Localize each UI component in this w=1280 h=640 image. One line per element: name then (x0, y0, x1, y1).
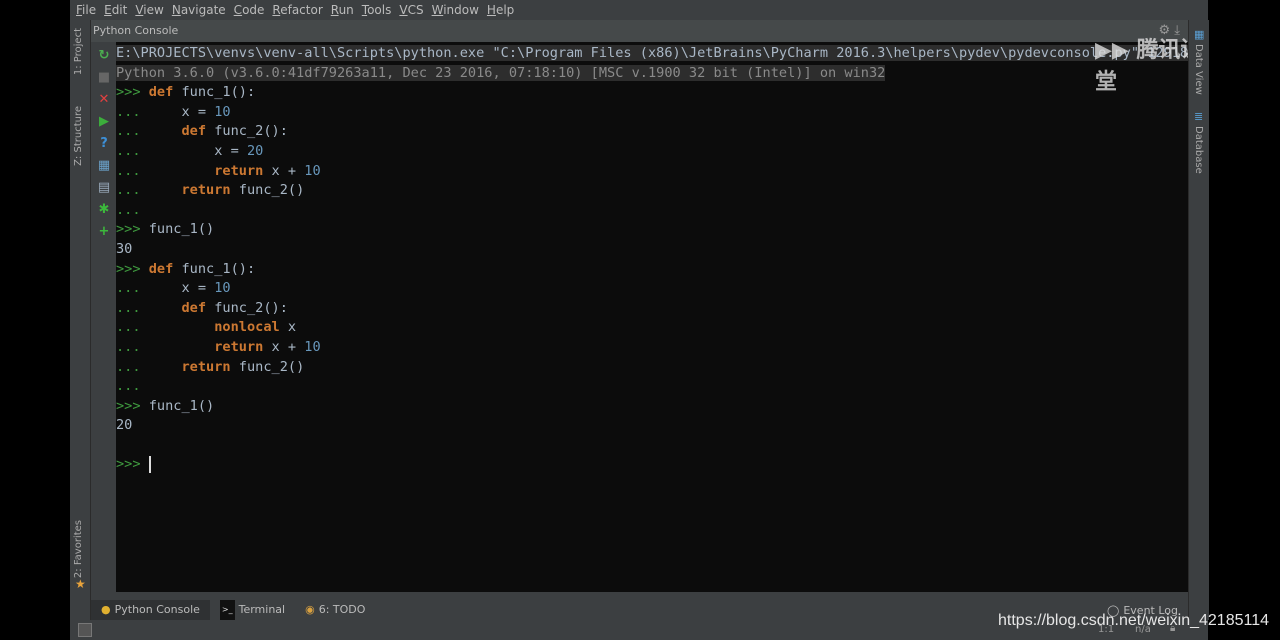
tool-window-header: Python Console ⚙ ⤓ (91, 20, 1188, 42)
menu-tools[interactable]: Tools (362, 3, 392, 17)
tab-favorites[interactable]: 2: Favorites (73, 520, 84, 578)
tab-project[interactable]: 1: Project (73, 28, 84, 75)
help-icon[interactable]: ? (96, 136, 112, 152)
tab-label: Python Console (114, 603, 200, 616)
tab-database[interactable]: Database (1193, 126, 1204, 174)
stop-icon[interactable]: ■ (96, 70, 112, 86)
continuation: ... (116, 103, 141, 120)
tab-label: Terminal (238, 603, 286, 616)
run-icon[interactable]: ▶ (96, 114, 112, 130)
menu-code[interactable]: Code (234, 3, 265, 17)
menu-navigate[interactable]: Navigate (172, 3, 226, 17)
prompt: >>> (116, 260, 141, 277)
menu-vcs[interactable]: VCS (399, 3, 423, 17)
continuation: ... (116, 319, 141, 336)
output-line: 30 (116, 240, 133, 257)
menu-view[interactable]: View (135, 3, 163, 17)
tab-structure[interactable]: Z: Structure (73, 106, 84, 166)
todo-icon: ◉ (305, 603, 315, 616)
continuation: ... (116, 280, 141, 297)
tab-data-view[interactable]: Data View (1193, 44, 1204, 95)
continuation: ... (116, 123, 141, 140)
terminal-icon: >_ (219, 600, 235, 620)
tab-todo[interactable]: ◉ 6: TODO (295, 600, 375, 620)
right-tool-strip: ▦ Data View ≣ Database (1188, 20, 1209, 620)
console-toolbar: ↻ ■ ✕ ▶ ? ▦ ▤ ✱ + (91, 42, 116, 592)
tab-terminal[interactable]: >_ Terminal (210, 600, 295, 620)
watermark-url: https://blog.csdn.net/weixin_42185114 (998, 612, 1270, 629)
add-icon[interactable]: + (96, 224, 112, 240)
continuation: ... (116, 299, 141, 316)
continuation: ... (116, 378, 141, 395)
history-icon[interactable]: ▤ (96, 180, 112, 196)
prompt: >>> (116, 456, 141, 473)
tab-python-console[interactable]: ● Python Console (91, 600, 210, 620)
prompt: >>> (116, 221, 141, 238)
continuation: ... (116, 162, 141, 179)
close-icon[interactable]: ✕ (96, 92, 112, 108)
output-line: 20 (116, 417, 133, 434)
variables-icon[interactable]: ▦ (96, 158, 112, 174)
continuation: ... (116, 182, 141, 199)
continuation: ... (116, 338, 141, 355)
command-line: E:\PROJECTS\venvs\venv-all\Scripts\pytho… (116, 45, 1188, 61)
star-icon: ★ (75, 577, 86, 591)
prompt: >>> (116, 397, 141, 414)
python-banner: Python 3.6.0 (v3.6.0:41df79263a11, Dec 2… (116, 64, 886, 81)
menu-window[interactable]: Window (432, 3, 479, 17)
menu-refactor[interactable]: Refactor (272, 3, 322, 17)
tool-window-title: Python Console (93, 24, 179, 37)
left-tool-strip: 1: Project Z: Structure 2: Favorites ★ (70, 20, 91, 620)
tab-label: 6: TODO (318, 603, 366, 616)
console-output[interactable]: E:\PROJECTS\venvs\venv-all\Scripts\pytho… (116, 42, 1188, 592)
menu-help[interactable]: Help (487, 3, 514, 17)
menu-file[interactable]: File (76, 3, 96, 17)
continuation: ... (116, 358, 141, 375)
rerun-icon[interactable]: ↻ (96, 48, 112, 64)
prompt: >>> (116, 84, 141, 101)
menu-edit[interactable]: Edit (104, 3, 127, 17)
ide-window: File Edit View Navigate Code Refactor Ru… (70, 0, 1209, 640)
toggle-tool-windows-icon[interactable] (78, 623, 92, 637)
table-icon: ▦ (1194, 28, 1205, 41)
text-cursor (148, 455, 151, 473)
menu-bar: File Edit View Navigate Code Refactor Ru… (70, 0, 1208, 20)
menu-run[interactable]: Run (331, 3, 354, 17)
database-icon: ≣ (1194, 110, 1204, 123)
python-icon: ● (101, 603, 111, 616)
continuation: ... (116, 142, 141, 159)
continuation: ... (116, 201, 141, 218)
debug-icon[interactable]: ✱ (96, 202, 112, 218)
